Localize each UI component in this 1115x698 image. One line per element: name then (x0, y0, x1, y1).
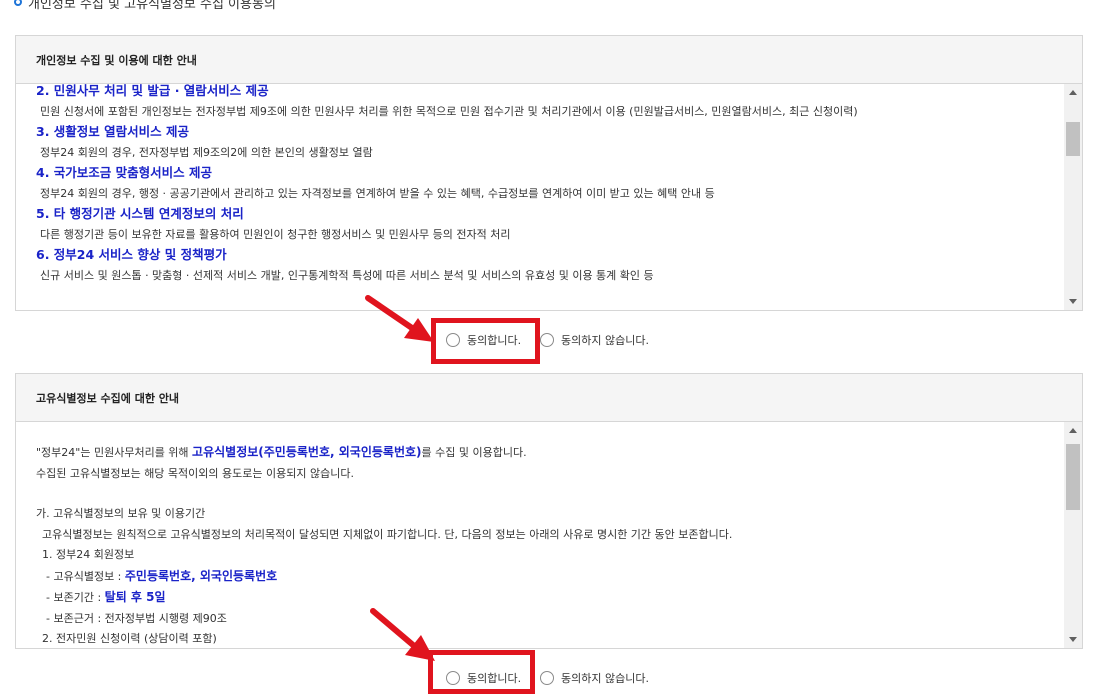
scroll-thumb[interactable] (1066, 122, 1080, 156)
personal-info-scrollbar[interactable] (1064, 84, 1082, 310)
bullet-circle-icon (14, 0, 22, 6)
scroll-up-button[interactable] (1064, 422, 1082, 439)
red-arrow-icon (365, 295, 434, 342)
item-desc: 민원 신청서에 포함된 개인정보는 전자정부법 제9조에 의한 민원사무 처리를… (40, 105, 858, 118)
radio-label: 동의하지 않습니다. (561, 334, 649, 347)
unique-id-heading: 고유식별정보 수집에 대한 안내 (16, 374, 1082, 422)
unique-id-consent-row: 동의합니다. 동의하지 않습니다. (0, 660, 1115, 696)
unique-id-scroll-area[interactable]: "정부24"는 민원사무처리를 위해 고유식별정보(주민등록번호, 외국인등록번… (16, 422, 1082, 648)
unique-id-disagree-radio[interactable]: 동의하지 않습니다. (540, 670, 649, 686)
period-label: - 보존기간 : (46, 591, 105, 604)
item-desc: 정부24 회원의 경우, 전자정부법 제9조의2에 의한 본인의 생활정보 열람 (40, 146, 373, 159)
item-title: 4. 국가보조금 맞춤형서비스 제공 (36, 165, 213, 180)
basis-line: - 보존근거 : 전자정부법 시행령 제90조 (46, 611, 227, 625)
unique-id-scrollbar[interactable] (1064, 422, 1082, 648)
arrow-up-icon (1069, 428, 1077, 433)
intro-highlight: 고유식별정보(주민등록번호, 외국인등록번호) (192, 445, 422, 459)
period-value: 탈퇴 후 5일 (104, 590, 166, 604)
id-label: - 고유식별정보 : (46, 569, 125, 583)
red-arrow-icon (370, 608, 435, 661)
radio-label: 동의하지 않습니다. (561, 672, 649, 685)
intro-text: 를 수집 및 이용합니다. (421, 446, 527, 459)
item-desc: 정부24 회원의 경우, 행정 · 공공기관에서 관리하고 있는 자격정보를 연… (40, 187, 715, 200)
list-item: 3. 생활정보 열람서비스 제공 정부24 회원의 경우, 전자정부법 제9조의… (36, 122, 1064, 163)
sub-desc: 고유식별정보는 원칙적으로 고유식별정보의 처리목적이 달성되면 지체없이 파기… (42, 527, 733, 541)
item-title: 3. 생활정보 열람서비스 제공 (36, 124, 190, 139)
radio-circle[interactable] (540, 671, 554, 685)
personal-info-heading: 개인정보 수집 및 이용에 대한 안내 (16, 36, 1082, 84)
item-desc: 다른 행정기관 등이 보유한 자료를 활용하여 민원인이 청구한 행정서비스 및… (40, 228, 511, 241)
intro-text: "정부24"는 민원사무처리를 위해 (36, 446, 193, 459)
personal-info-box: 개인정보 수집 및 이용에 대한 안내 2. 민원사무 처리 및 발급 · 열람… (15, 35, 1083, 311)
section-title: 개인정보 수집 및 고유식별정보 수집 이용동의 (14, 0, 276, 12)
arrow-up-icon (1069, 90, 1077, 95)
list-item: 5. 타 행정기관 시스템 연계정보의 처리 다른 행정기관 등이 보유한 자료… (36, 204, 1064, 245)
highlight-box (431, 318, 540, 364)
item-title: 5. 타 행정기관 시스템 연계정보의 처리 (36, 206, 244, 221)
intro-line-2: 수집된 고유식별정보는 해당 목적이외의 용도로는 이용되지 않습니다. (36, 466, 354, 480)
section-title-text: 개인정보 수집 및 고유식별정보 수집 이용동의 (28, 0, 276, 12)
radio-circle[interactable] (540, 333, 554, 347)
personal-info-scroll-area[interactable]: 2. 민원사무 처리 및 발급 · 열람서비스 제공 민원 신청서에 포함된 개… (16, 84, 1082, 310)
member-title: 1. 정부24 회원정보 (42, 548, 135, 561)
scroll-thumb[interactable] (1066, 444, 1080, 510)
id-value: 주민등록번호, 외국인등록번호 (124, 568, 278, 583)
unique-id-box: 고유식별정보 수집에 대한 안내 "정부24"는 민원사무처리를 위해 고유식별… (15, 373, 1083, 649)
item-title: 2. 민원사무 처리 및 발급 · 열람서비스 제공 (36, 84, 269, 98)
unique-id-content: "정부24"는 민원사무처리를 위해 고유식별정보(주민등록번호, 외국인등록번… (16, 422, 1064, 648)
personal-info-disagree-radio[interactable]: 동의하지 않습니다. (540, 332, 649, 348)
scroll-down-button[interactable] (1064, 631, 1082, 648)
list-item: 6. 정부24 서비스 향상 및 정책평가 신규 서비스 및 원스톱 · 맞춤형… (36, 245, 1064, 286)
intro-line: "정부24"는 민원사무처리를 위해 고유식별정보(주민등록번호, 외국인등록번… (36, 442, 1064, 464)
list-item: 4. 국가보조금 맞춤형서비스 제공 정부24 회원의 경우, 행정 · 공공기… (36, 163, 1064, 204)
history-title: 2. 전자민원 신청이력 (상담이력 포함) (42, 632, 217, 645)
arrow-down-icon (1069, 637, 1077, 642)
personal-info-content: 2. 민원사무 처리 및 발급 · 열람서비스 제공 민원 신청서에 포함된 개… (16, 84, 1064, 310)
item-title: 6. 정부24 서비스 향상 및 정책평가 (36, 247, 227, 262)
list-item: 2. 민원사무 처리 및 발급 · 열람서비스 제공 민원 신청서에 포함된 개… (36, 84, 1064, 122)
personal-info-consent-row: 동의합니다. 동의하지 않습니다. (0, 321, 1115, 357)
period-line: - 보존기간 : 탈퇴 후 5일 (36, 587, 1064, 609)
id-line: - 고유식별정보 : 주민등록번호, 외국인등록번호 (36, 566, 1064, 588)
scroll-up-button[interactable] (1064, 84, 1082, 101)
sub-title: 가. 고유식별정보의 보유 및 이용기간 (36, 507, 206, 520)
item-desc: 신규 서비스 및 원스톱 · 맞춤형 · 선제적 서비스 개발, 인구통계학적 … (40, 269, 654, 282)
scroll-down-button[interactable] (1064, 293, 1082, 310)
arrow-down-icon (1069, 299, 1077, 304)
